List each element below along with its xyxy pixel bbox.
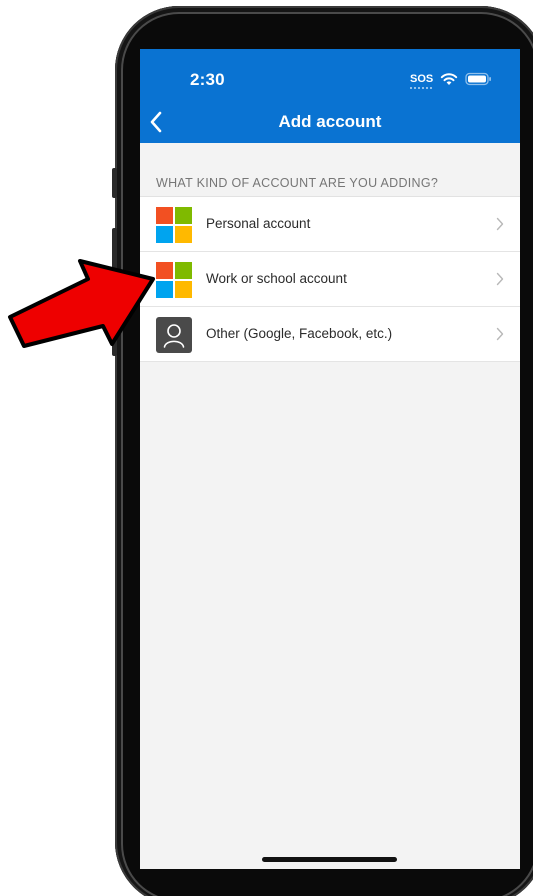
- sos-indicator: SOS: [410, 73, 434, 89]
- chevron-right-icon: [496, 327, 504, 341]
- status-time: 2:30: [190, 70, 225, 89]
- chevron-right-icon: [496, 272, 504, 286]
- battery-icon: [465, 72, 492, 86]
- microsoft-logo-icon: [156, 207, 192, 243]
- other-account-label: Other (Google, Facebook, etc.): [206, 326, 393, 341]
- home-indicator: [262, 857, 397, 862]
- work-school-account-option[interactable]: Work or school account: [140, 252, 520, 307]
- account-type-list: Personal account Work or school account: [140, 196, 520, 362]
- status-icons: SOS: [410, 70, 493, 89]
- wifi-icon: [441, 73, 458, 85]
- personal-account-option[interactable]: Personal account: [140, 197, 520, 252]
- chevron-right-icon: [496, 217, 504, 231]
- other-account-option[interactable]: Other (Google, Facebook, etc.): [140, 307, 520, 362]
- personal-account-label: Personal account: [206, 216, 311, 231]
- red-arrow-icon: [8, 259, 155, 348]
- work-school-account-label: Work or school account: [206, 271, 347, 286]
- stage: 2:30 SOS Add account WHAT KIND OF ACCOUN…: [0, 0, 533, 896]
- section-header: WHAT KIND OF ACCOUNT ARE YOU ADDING?: [156, 176, 439, 190]
- mute-switch: [112, 168, 117, 198]
- app-bar: 2:30 SOS Add account: [140, 49, 520, 143]
- phone-screen: 2:30 SOS Add account WHAT KIND OF ACCOUN…: [140, 49, 520, 869]
- page-title: Add account: [278, 112, 382, 131]
